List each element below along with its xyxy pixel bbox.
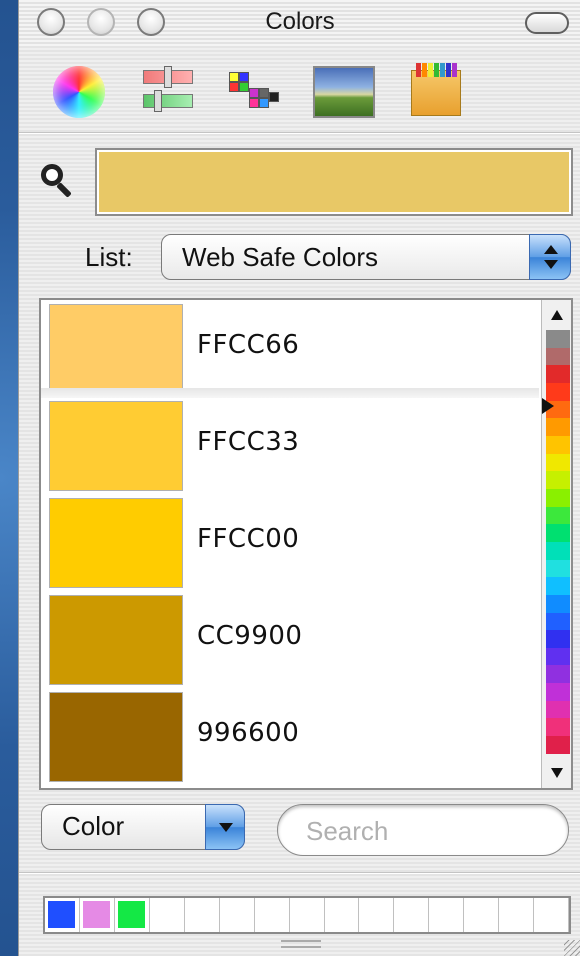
magnifier-icon[interactable] [41,164,75,202]
color-swatch [49,401,183,491]
hue-pointer-icon[interactable] [542,398,554,414]
hue-scrollbar[interactable] [541,300,571,788]
swatch-tray-cell[interactable] [429,898,465,932]
drawer-grip-icon[interactable] [281,940,321,948]
updown-arrows-icon[interactable] [529,234,571,280]
color-hex-label: FFCC00 [197,524,300,554]
color-list: FFCC66 FFCC33 FFCC00 CC9900 996600 [39,298,573,790]
swatch-tray-cell[interactable] [45,898,80,932]
swatch-tray-cell[interactable] [464,898,500,932]
scroll-up-arrow-icon[interactable] [551,310,563,320]
color-swatch [49,304,183,394]
scroll-down-arrow-icon[interactable] [551,768,563,778]
color-list-row[interactable]: FFCC00 [41,494,539,591]
color-list-row[interactable]: FFCC66 [41,300,539,397]
color-swatch [49,692,183,782]
title-bar[interactable]: Colors [19,0,580,46]
resize-handle-icon[interactable] [564,940,580,956]
color-sliders-icon[interactable] [139,64,195,120]
bottom-divider [19,872,580,874]
color-mode-value: Color [62,811,125,841]
toolbar-toggle-button[interactable] [525,12,569,34]
list-select[interactable]: Web Safe Colors [161,234,571,280]
toolbar-divider [19,132,580,134]
swatch-tray-cell[interactable] [185,898,220,932]
color-palettes-icon[interactable] [225,64,281,120]
color-hex-label: CC9900 [197,621,303,651]
swatch-tray-cell[interactable] [80,898,115,932]
swatch-tray-cell[interactable] [220,898,255,932]
search-input[interactable] [306,815,546,847]
color-list-row[interactable]: 996600 [41,688,539,785]
list-label: List: [85,242,133,272]
hue-spectrum[interactable] [546,330,570,754]
colors-window: Colors List: Web Safe Colors FFCC66 FFCC… [18,0,580,956]
color-list-rows: FFCC66 FFCC33 FFCC00 CC9900 996600 [41,300,539,788]
swatch-tray-cell[interactable] [255,898,290,932]
color-swatch [49,595,183,685]
window-title: Colors [265,8,335,35]
color-swatch [49,498,183,588]
color-list-row[interactable]: FFCC33 [41,397,539,494]
swatch-tray-cell[interactable] [394,898,430,932]
color-hex-label: 996600 [197,718,300,748]
list-select-value: Web Safe Colors [182,242,379,272]
swatch-tray-cell[interactable] [499,898,535,932]
swatch-tray-cell[interactable] [115,898,150,932]
image-palettes-icon[interactable] [313,66,375,118]
color-hex-label: FFCC33 [197,427,300,457]
chevron-down-icon[interactable] [205,804,245,850]
color-wheel-icon[interactable] [51,64,107,120]
color-list-row[interactable]: CC9900 [41,591,539,688]
swatch-tray-cell[interactable] [359,898,395,932]
swatch-tray-cell[interactable] [290,898,325,932]
color-mode-select[interactable]: Color [41,804,245,850]
swatch-tray-cell[interactable] [325,898,360,932]
mode-toolbar [19,46,580,136]
crayons-icon[interactable] [411,63,461,116]
swatch-tray-cell[interactable] [534,898,570,932]
current-color-well[interactable] [95,148,573,216]
swatch-tray-cell[interactable] [150,898,185,932]
swatch-tray [43,896,571,934]
color-hex-label: FFCC66 [197,330,300,360]
search-field[interactable] [277,804,569,856]
